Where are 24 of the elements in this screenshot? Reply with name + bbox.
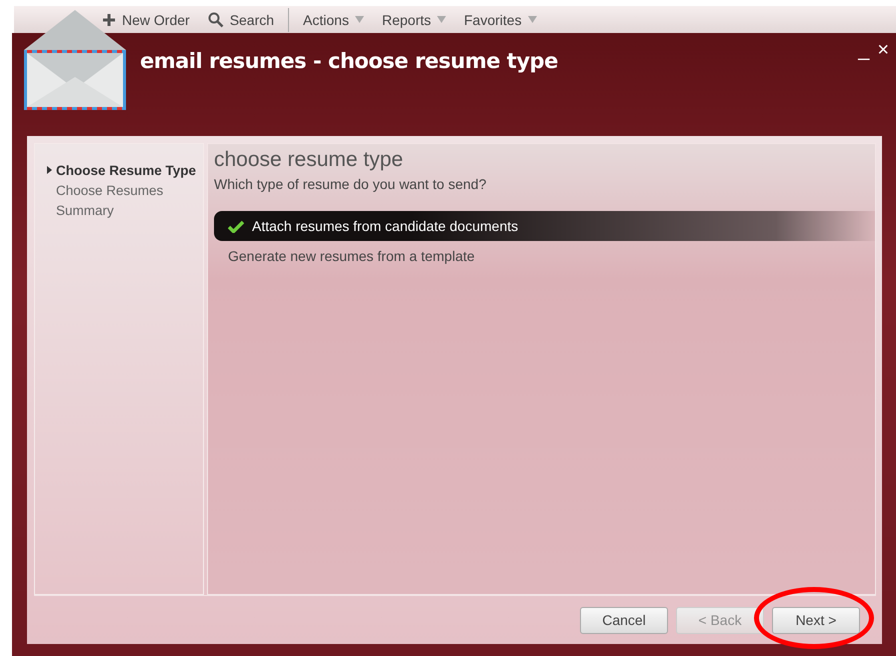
toolbar-button[interactable]: New Order xyxy=(94,12,198,28)
toolbar-button[interactable]: Search xyxy=(200,12,282,28)
dropdown-arrow-icon xyxy=(437,15,446,24)
search-icon xyxy=(208,12,224,28)
toolbar-button[interactable]: Favorites xyxy=(456,12,545,28)
step-item[interactable]: Summary xyxy=(35,200,203,220)
step-item[interactable]: Choose Resumes xyxy=(35,180,203,200)
page-heading: choose resume type xyxy=(214,148,404,172)
plus-icon xyxy=(102,12,116,26)
step-item[interactable]: Choose Resume Type xyxy=(35,160,203,180)
dropdown-arrow-icon xyxy=(354,15,364,24)
checkmark-icon xyxy=(228,220,244,232)
wizard-button[interactable]: Cancel xyxy=(580,606,668,634)
question-text: Which type of resume do you want to send? xyxy=(214,176,488,192)
option-item[interactable]: Generate new resumes from a template xyxy=(214,241,875,271)
toolbar-button[interactable]: Reports xyxy=(374,12,454,28)
minimize-button[interactable]: _ xyxy=(855,39,872,62)
option-item[interactable]: Attach resumes from candidate documents xyxy=(214,211,875,241)
pointer-icon xyxy=(47,166,52,174)
window-title: email resumes - choose resume type xyxy=(140,49,558,73)
toolbar-button[interactable]: Actions xyxy=(295,12,372,28)
close-button[interactable]: × xyxy=(874,39,892,62)
dropdown-arrow-icon xyxy=(528,15,537,24)
wizard-button[interactable]: Next > xyxy=(772,606,860,634)
